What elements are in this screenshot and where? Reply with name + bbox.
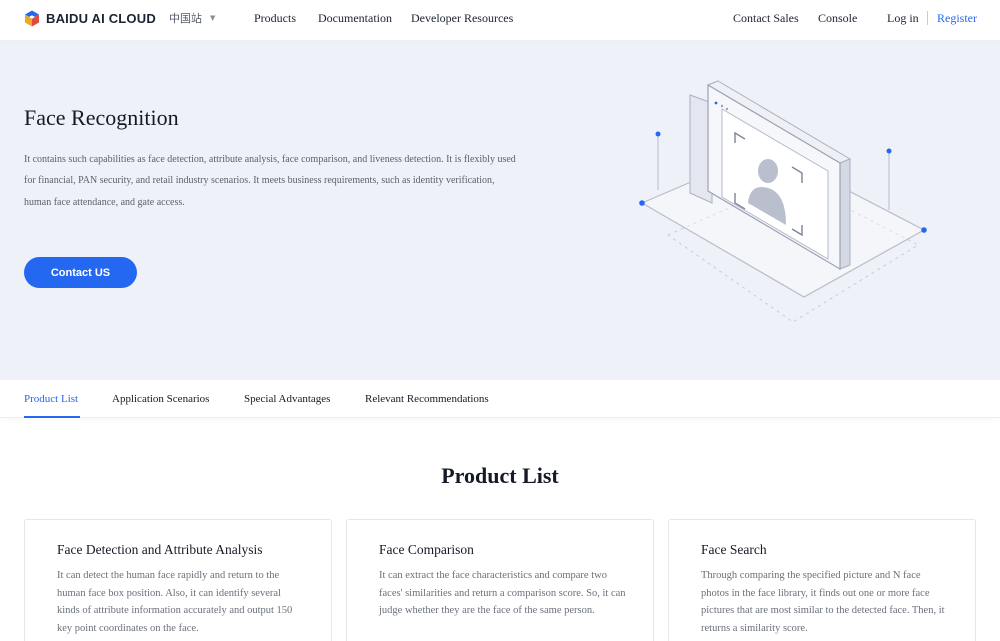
- active-tab-indicator: [24, 416, 80, 418]
- top-header: BAIDU AI CLOUD 中国站 ▼ Products Documentat…: [0, 0, 1000, 41]
- product-card-face-comparison[interactable]: Face Comparison It can extract the face …: [346, 519, 654, 641]
- card-title: Face Detection and Attribute Analysis: [57, 542, 263, 557]
- nav-products[interactable]: Products: [254, 11, 296, 26]
- header-divider: [927, 11, 928, 25]
- card-description: It can extract the face characteristics …: [379, 570, 626, 617]
- logo-text: BAIDU AI CLOUD: [46, 10, 156, 26]
- card-title: Face Search: [701, 542, 767, 557]
- console-link[interactable]: Console: [818, 11, 857, 26]
- baidu-ai-cloud-logo[interactable]: BAIDU AI CLOUD: [24, 9, 156, 27]
- hero-banner: Face Recognition It contains such capabi…: [0, 41, 1000, 380]
- chevron-down-icon: ▼: [210, 14, 216, 22]
- nav-documentation[interactable]: Documentation: [318, 11, 392, 26]
- face-recognition-illustration-icon: [639, 80, 927, 323]
- contact-sales-link[interactable]: Contact Sales: [733, 11, 799, 26]
- product-list-heading: Product List: [441, 463, 559, 488]
- product-card-face-detection[interactable]: Face Detection and Attribute Analysis It…: [24, 519, 332, 641]
- nav-developer-resources[interactable]: Developer Resources: [411, 11, 513, 26]
- tab-special-advantages[interactable]: Special Advantages: [244, 393, 330, 405]
- tab-product-list[interactable]: Product List: [24, 393, 78, 405]
- hero-description: It contains such capabilities as face de…: [24, 154, 516, 208]
- page-title: Face Recognition: [24, 105, 179, 130]
- product-card-face-search[interactable]: Face Search Through comparing the specif…: [668, 519, 976, 641]
- region-selector[interactable]: 中国站 ▼: [169, 10, 215, 26]
- login-link[interactable]: Log in: [887, 11, 919, 26]
- contact-us-button[interactable]: Contact US: [24, 257, 137, 288]
- card-description: Through comparing the specified picture …: [701, 570, 945, 634]
- region-label: 中国站: [169, 12, 202, 25]
- tab-relevant-recommendations[interactable]: Relevant Recommendations: [365, 393, 489, 405]
- tab-application-scenarios[interactable]: Application Scenarios: [112, 393, 209, 405]
- register-link[interactable]: Register: [937, 11, 977, 26]
- baidu-hexagon-logo-icon: [25, 10, 39, 26]
- section-tabs: Product List Application Scenarios Speci…: [0, 380, 1000, 418]
- card-description: It can detect the human face rapidly and…: [57, 570, 293, 634]
- card-title: Face Comparison: [379, 542, 474, 557]
